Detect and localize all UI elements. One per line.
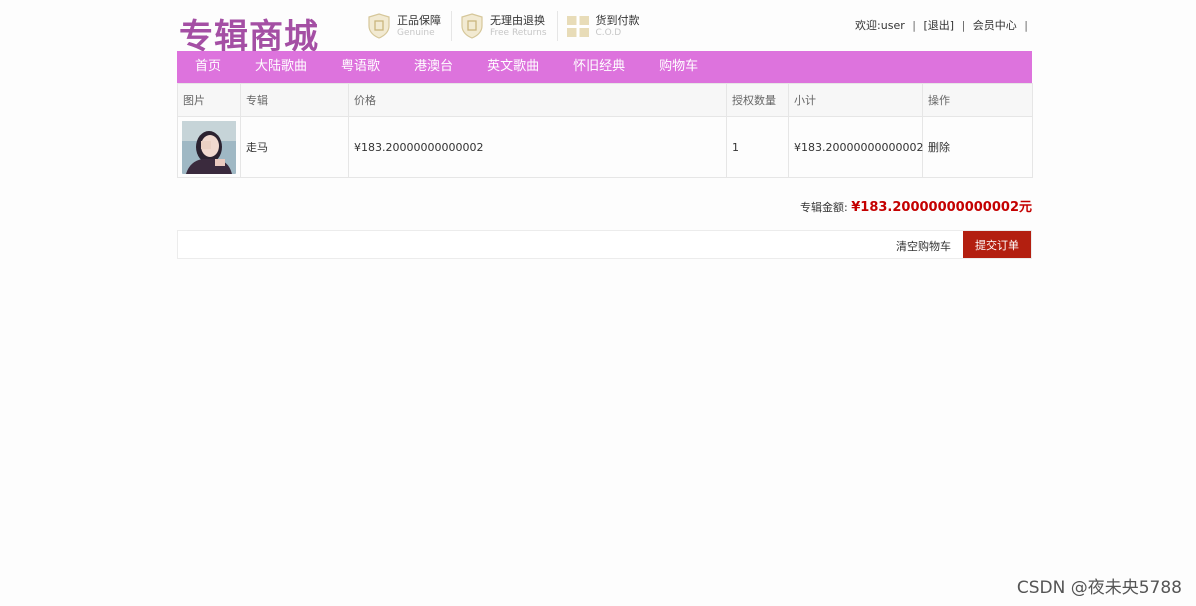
logout-link[interactable]: [退出]	[923, 19, 954, 32]
badge-returns-subtitle: Free Returns	[490, 27, 547, 38]
separator: |	[1024, 19, 1028, 32]
badge-returns-title: 无理由退换	[490, 13, 545, 27]
cell-quantity: 1	[726, 116, 789, 178]
cell-image	[177, 116, 241, 178]
cell-price: ¥183.20000000000002	[348, 116, 727, 178]
cell-album[interactable]: 走马	[240, 116, 349, 178]
user-links: 欢迎:user | [退出] | 会员中心 |	[855, 17, 1032, 33]
separator: |	[912, 19, 916, 32]
separator: |	[961, 19, 966, 32]
nav-item-classics[interactable]: 怀旧经典	[556, 51, 642, 83]
table-header-row: 图片 专辑 价格 授权数量 小计 操作	[177, 83, 1033, 117]
nav-item-cart[interactable]: 购物车	[642, 51, 715, 83]
badge-genuine-subtitle: Genuine	[397, 27, 435, 38]
delete-link[interactable]: 删除	[928, 141, 950, 154]
nav-item-mainland-songs[interactable]: 大陆歌曲	[238, 51, 324, 83]
main-nav: 首页 大陆歌曲 粤语歌 港澳台 英文歌曲 怀旧经典 购物车	[177, 51, 1032, 83]
cart-total: 专辑金额: ¥183.20000000000002元	[800, 196, 1032, 215]
badge-cod-subtitle: C.O.D	[595, 27, 622, 38]
watermark-text: CSDN @夜未央5788	[1016, 578, 1182, 598]
cart-actions-bar: 清空购物车 提交订单	[177, 230, 1032, 259]
clear-cart-button[interactable]: 清空购物车	[896, 238, 951, 254]
header-album: 专辑	[240, 83, 349, 117]
header-price: 价格	[348, 83, 727, 117]
gift-cod-icon	[566, 16, 589, 37]
nav-item-cantonese-songs[interactable]: 粤语歌	[324, 51, 397, 83]
cart-table: 图片 专辑 价格 授权数量 小计 操作 走马 ¥183.200000000000…	[177, 83, 1033, 178]
badge-cod-title: 货到付款	[595, 13, 640, 27]
shield-return-icon	[461, 13, 483, 39]
badge-genuine: 正品保障 Genuine	[367, 11, 452, 41]
submit-order-button[interactable]: 提交订单	[963, 231, 1031, 258]
header-quantity: 授权数量	[726, 83, 789, 117]
nav-item-home[interactable]: 首页	[177, 51, 238, 83]
header-subtotal: 小计	[788, 83, 923, 117]
service-badges: 正品保障 Genuine 无理由退换 Free Returns 货到付款 C.O…	[367, 11, 658, 41]
welcome-text: 欢迎:user	[855, 19, 905, 32]
header-action: 操作	[922, 83, 1033, 117]
cell-subtotal: ¥183.20000000000002	[788, 116, 923, 178]
table-row: 走马 ¥183.20000000000002 1 ¥183.2000000000…	[177, 116, 1033, 178]
nav-item-hk-macau-taiwan[interactable]: 港澳台	[397, 51, 470, 83]
badge-cod: 货到付款 C.O.D	[566, 11, 650, 41]
cell-action: 删除	[922, 116, 1033, 178]
total-amount: ¥183.20000000000002元	[851, 200, 1032, 215]
total-label: 专辑金额:	[800, 201, 848, 214]
badge-returns: 无理由退换 Free Returns	[460, 11, 558, 41]
shield-genuine-icon	[368, 13, 390, 39]
member-center-link[interactable]: 会员中心	[973, 19, 1017, 32]
header-image: 图片	[177, 83, 241, 117]
badge-genuine-title: 正品保障	[397, 13, 441, 27]
album-cover-thumbnail[interactable]	[182, 120, 236, 174]
nav-item-english-songs[interactable]: 英文歌曲	[470, 51, 556, 83]
